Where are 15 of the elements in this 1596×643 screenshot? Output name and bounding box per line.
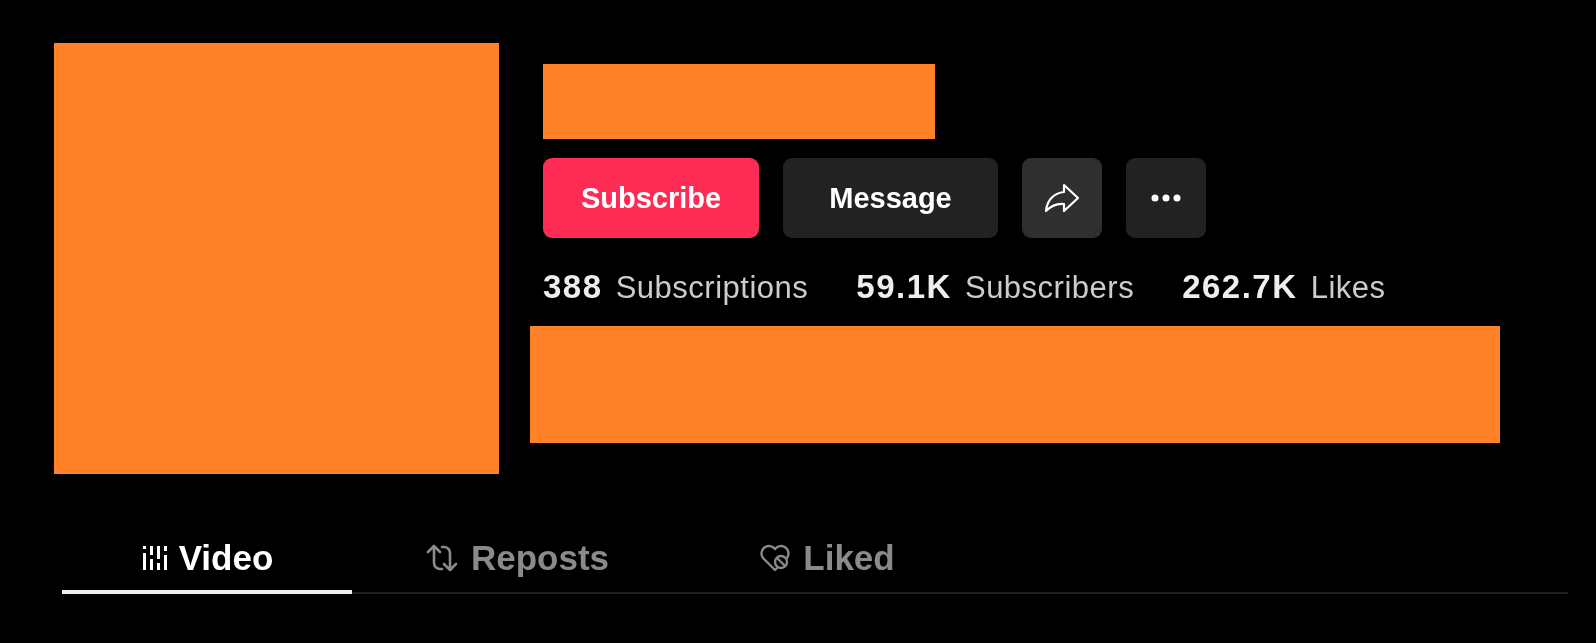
tab[interactable]: Video (62, 522, 352, 594)
more-button[interactable] (1126, 158, 1206, 238)
stat-text: 388 Subscriptions (543, 268, 809, 306)
more-icon (1151, 194, 1181, 202)
tab[interactable]: Liked (682, 522, 972, 594)
heart-off-icon (759, 544, 792, 572)
stat-text: 262.7K Likes (1182, 268, 1386, 306)
share-icon (1044, 183, 1080, 213)
share-button[interactable] (1022, 158, 1102, 238)
repost-icon (424, 543, 459, 573)
message-button[interactable]: Message (783, 158, 998, 238)
tab[interactable]: Reposts (352, 522, 682, 594)
grid-icon (140, 545, 167, 571)
stat-text: 59.1K Subscribers (856, 268, 1135, 306)
subscribe-button[interactable]: Subscribe (543, 158, 759, 238)
